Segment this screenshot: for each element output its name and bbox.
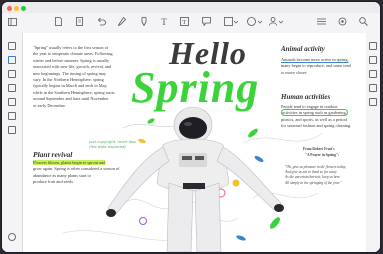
app-window: T T Hello Spring "Spring" usually refers… [2,2,380,252]
quote-title: "A Prayer in Spring": [305,153,340,157]
intro-paragraph: "Spring" usually refers to the first sea… [33,45,143,109]
sidebar-toggle-icon[interactable] [8,18,17,26]
document-icon[interactable] [55,17,62,26]
search-icon[interactable] [359,17,368,26]
animal-paragraph: Animals become more active in spring, ma… [281,57,365,76]
convert-icon[interactable] [369,56,377,64]
plant-revival-heading: Plant revival [33,150,73,159]
handwritten-note: just copyright, more less (the date expl… [89,139,136,149]
compress-icon[interactable] [369,84,377,92]
help-icon[interactable] [8,233,16,241]
minimize-window-button[interactable] [14,6,19,11]
ocr-icon[interactable] [369,70,377,78]
plant-line: Flowers bloom, plants begin to sprout an… [33,160,106,165]
signature-icon[interactable] [8,112,16,120]
quote-author: From Robert Frost's [303,147,335,151]
text-box-icon[interactable]: T [180,17,189,26]
title-spring: Spring [131,63,260,112]
bookmark-icon[interactable] [8,56,16,64]
document-canvas[interactable]: Hello Spring "Spring" usually refers to … [23,33,366,252]
plant-paragraph: Flowers bloom, plants begin to sprout an… [33,160,148,186]
quote-line: All simply in the springing of the year.… [285,180,342,185]
human-line: for seasonal fashion and spring cleaning… [281,123,352,129]
page-icon[interactable] [76,17,83,26]
close-window-button[interactable] [7,6,12,11]
undo-icon[interactable] [97,17,106,26]
thumbnails-icon[interactable] [8,42,16,50]
animal-activity-heading: Animal activity [281,45,325,53]
properties-icon[interactable] [369,42,377,50]
user-icon[interactable] [269,17,284,26]
layers-icon[interactable] [8,126,16,134]
maximize-window-button[interactable] [21,6,26,11]
comment-icon[interactable] [202,17,211,26]
intro-line: or early December. [33,102,66,108]
human-paragraph: People tend to engage in outdoor activit… [281,104,365,130]
quote-block: "Oh, give us pleasure in the flowers tod… [285,165,365,186]
right-sidebar [365,33,380,252]
human-activities-heading: Human activities [281,93,331,101]
shapes-icon[interactable] [224,17,238,26]
left-sidebar [2,33,23,252]
handnote-line: (the date explored) [89,144,126,149]
pen-icon[interactable] [118,17,126,26]
attachments-icon[interactable] [8,98,16,106]
plant-line: produce fruit and seeds. [33,179,75,185]
menu-icon[interactable] [317,18,326,25]
title-bar [2,2,380,13]
outline-icon[interactable] [8,84,16,92]
svg-text:T: T [182,19,186,26]
settings-icon[interactable] [338,17,347,26]
highlighter-icon[interactable] [140,17,148,26]
text-icon[interactable]: T [159,17,169,27]
stamp-icon[interactable] [247,17,262,26]
human-line: activities in spring such as gardening, [281,109,348,117]
share-icon[interactable] [369,98,377,106]
toolbar: T T [2,13,380,34]
annotations-icon[interactable] [8,70,16,78]
animal-line: to move closer. [281,69,308,75]
